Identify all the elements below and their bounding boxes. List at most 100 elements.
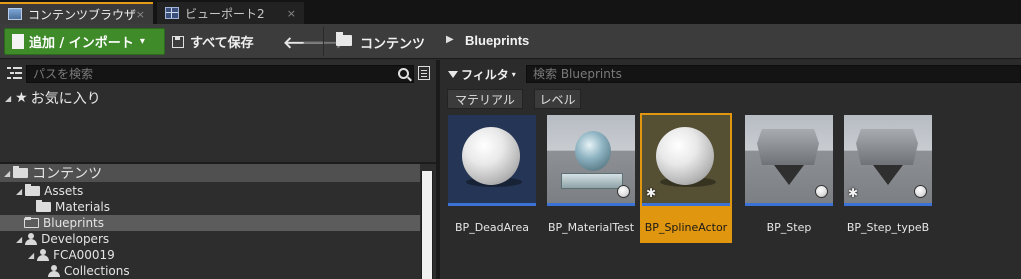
close-icon[interactable]: ×: [136, 8, 145, 21]
tree-item-label: Collections: [64, 264, 130, 278]
close-icon[interactable]: ×: [287, 7, 296, 20]
toolbar-divider: [323, 27, 324, 56]
tree-item-developers[interactable]: ◢ Developers: [0, 231, 420, 247]
tab-strip: コンテンツブラウザ × ビューポート2 ×: [0, 0, 1021, 24]
asset-type-bar: [745, 203, 833, 206]
new-document-icon: [12, 34, 24, 49]
star-icon: ★: [15, 90, 28, 106]
asset-view: フィルタ ▾ マテリアル レベル BP_DeadArea BP_Material…: [440, 60, 1021, 279]
pedestal-preview: [561, 173, 623, 189]
asset-tile-bp-deadarea[interactable]: BP_DeadArea: [446, 113, 538, 243]
save-icon: [172, 35, 184, 48]
sphere-preview: [462, 127, 520, 185]
add-import-label: 追加 / インポート: [29, 36, 134, 51]
content-browser-icon: [8, 8, 22, 20]
tab-label: ビューポート2: [185, 6, 265, 21]
star-badge-icon: ✱: [848, 186, 859, 200]
asset-thumbnail: [448, 115, 536, 203]
asset-thumbnail: ✱: [642, 115, 730, 203]
expand-triangle-icon[interactable]: ◢: [16, 235, 22, 244]
folder-icon: [13, 166, 29, 178]
asset-type-bar: [448, 203, 536, 206]
asset-name: BP_Step_typeB: [846, 221, 930, 234]
folder-icon: [25, 184, 41, 196]
breadcrumb-separator-icon[interactable]: ▶: [446, 34, 454, 45]
folder-icon: [36, 200, 51, 212]
folder-icon: [24, 217, 39, 228]
asset-type-bar: [844, 203, 932, 206]
expand-triangle-icon[interactable]: ◢: [4, 169, 10, 178]
path-search-field[interactable]: [26, 65, 414, 83]
asset-thumbnail: [547, 115, 635, 203]
asset-search-field[interactable]: [526, 65, 1021, 83]
sphere-badge-icon: [617, 185, 630, 198]
breadcrumb-current[interactable]: Blueprints: [465, 33, 529, 48]
asset-thumbnail: [745, 115, 833, 203]
tree-item-fca00019[interactable]: ◢ FCA00019: [0, 247, 420, 263]
chevron-down-icon: ▾: [511, 70, 516, 79]
tab-content-browser[interactable]: コンテンツブラウザ ×: [0, 2, 153, 24]
sphere-preview: [656, 127, 714, 185]
user-icon: [37, 249, 50, 261]
hex-rock-preview: [757, 129, 819, 165]
user-icon: [48, 265, 60, 277]
breadcrumb-root[interactable]: コンテンツ: [360, 33, 425, 52]
folder-icon: [336, 32, 352, 46]
asset-name: BP_DeadArea: [455, 221, 529, 234]
sphere-badge-icon: [815, 185, 828, 198]
view-options-icon[interactable]: [418, 66, 430, 80]
asset-name: BP_MaterialTest: [547, 221, 635, 234]
filter-label: フィルタ: [461, 68, 509, 82]
save-all-label: すべて保存: [190, 36, 254, 51]
scrollbar-thumb[interactable]: [422, 171, 432, 279]
chevron-down-icon: ▾: [139, 36, 145, 47]
asset-tile-bp-step[interactable]: BP_Step: [743, 113, 835, 243]
tree-item-label: Blueprints: [43, 216, 105, 230]
asset-name: BP_Step: [766, 221, 812, 234]
favorites-header[interactable]: ◢ ★ お気に入り: [5, 88, 101, 108]
tree-item-collections[interactable]: Collections: [0, 263, 420, 279]
viewport-icon: [165, 7, 179, 19]
tree-item-label: FCA00019: [53, 248, 115, 262]
tab-label: コンテンツブラウザ: [28, 7, 137, 22]
path-search-input[interactable]: [27, 66, 413, 82]
asset-name: BP_SplineActor: [644, 221, 728, 234]
tree-item-content[interactable]: ◢ コンテンツ: [0, 164, 420, 182]
favorites-label: お気に入り: [30, 91, 101, 107]
expand-triangle-icon[interactable]: ◢: [5, 94, 11, 103]
expand-triangle-icon[interactable]: ◢: [16, 187, 22, 196]
tree-item-materials[interactable]: Materials: [0, 199, 420, 215]
asset-tile-bp-step-typeb[interactable]: ✱ BP_Step_typeB: [842, 113, 934, 243]
filter-chip-material[interactable]: マテリアル: [447, 89, 523, 109]
tree-scrollbar[interactable]: [421, 171, 433, 279]
tree-item-label: Materials: [55, 200, 111, 214]
save-all-button[interactable]: すべて保存: [172, 32, 254, 51]
sources-panel: ◢ ★ お気に入り ◢ コンテンツ ◢ Assets Materials Blu…: [0, 60, 436, 279]
tree-item-label: コンテンツ: [32, 166, 103, 182]
asset-type-bar: [547, 203, 635, 206]
tree-item-label: Assets: [44, 184, 84, 198]
expand-triangle-icon[interactable]: ◢: [28, 251, 34, 260]
path-search-row: [0, 64, 436, 84]
sphere-badge-icon: [914, 185, 927, 198]
user-icon: [25, 233, 38, 245]
search-icon[interactable]: [398, 68, 409, 79]
hex-rock-preview: [856, 129, 918, 165]
glass-sphere-preview: [575, 131, 611, 171]
asset-type-bar: [642, 203, 730, 206]
asset-thumbnail: ✱: [844, 115, 932, 203]
add-import-button[interactable]: 追加 / インポート ▾: [4, 28, 165, 55]
tree-item-assets[interactable]: ◢ Assets: [0, 183, 420, 199]
tree-item-label: Developers: [41, 232, 110, 246]
toolbar: 追加 / インポート ▾ すべて保存 🡐 🡒 コンテンツ ▶ Blueprint…: [0, 24, 1021, 59]
star-badge-icon: ✱: [646, 186, 657, 200]
filter-chip-level[interactable]: レベル: [534, 89, 581, 109]
tab-viewport2[interactable]: ビューポート2 ×: [157, 2, 304, 24]
asset-tile-bp-splineactor[interactable]: ✱ BP_SplineActor: [640, 113, 732, 243]
asset-search-input[interactable]: [527, 66, 1020, 82]
asset-tile-bp-materialtest[interactable]: BP_MaterialTest: [545, 113, 637, 243]
filter-icon: [448, 71, 458, 78]
tree-toggle-icon[interactable]: [7, 66, 22, 80]
tree-item-blueprints[interactable]: Blueprints: [0, 215, 420, 231]
filter-button[interactable]: フィルタ ▾: [448, 66, 516, 83]
